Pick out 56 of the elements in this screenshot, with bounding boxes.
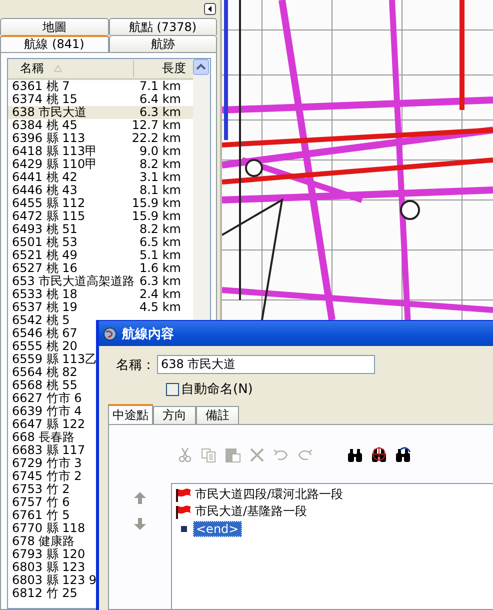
route-name: 6533 桃 18 [12, 288, 78, 301]
route-name: 6446 桃 43 [12, 184, 78, 197]
route-length: 6.4 km [139, 93, 181, 106]
route-name: 6812 竹 25 [12, 587, 78, 600]
route-name: 6627 竹市 6 [12, 392, 82, 405]
route-name: 678 健康路 [12, 535, 75, 548]
route-length: 1.6 km [139, 262, 181, 275]
route-name: 6441 桃 42 [12, 171, 78, 184]
route-length: 3.1 km [139, 171, 181, 184]
route-name: 6455 縣 112 [12, 197, 86, 210]
route-name: 6729 竹市 3 [12, 457, 82, 470]
route-length: 15.9 km [132, 197, 181, 210]
route-length: 12.7 km [132, 119, 181, 132]
name-label: 名稱： [116, 356, 155, 374]
route-length: 8.1 km [139, 184, 181, 197]
route-name: 6527 桃 16 [12, 262, 78, 275]
route-length: 22.2 km [132, 132, 181, 145]
route-name: 6647 縣 122 [12, 418, 86, 431]
route-name: 6803 縣 123 9 [12, 574, 97, 587]
route-name: 6418 縣 113甲 [12, 145, 98, 158]
route-name: 6753 竹 2 [12, 483, 70, 496]
route-name: 6745 竹市 2 [12, 470, 82, 483]
route-length: 15.9 km [132, 210, 181, 223]
route-length: 2.4 km [139, 288, 181, 301]
route-name: 6472 縣 115 [12, 210, 86, 223]
route-length: 7.1 km [139, 80, 181, 93]
route-name: 668 長春路 [12, 431, 75, 444]
route-length: 8.2 km [139, 158, 181, 171]
route-name: 6564 桃 82 [12, 366, 78, 379]
route-name: 6803 縣 123 [12, 561, 86, 574]
route-length: 6.3 km [139, 275, 181, 288]
route-length: 4.5 km [139, 301, 181, 314]
route-length: 6.5 km [139, 236, 181, 249]
route-name: 6770 縣 118 [12, 522, 86, 535]
route-name: 6542 桃 5 [12, 314, 70, 327]
route-name: 6493 桃 51 [12, 223, 78, 236]
route-name: 6384 桃 45 [12, 119, 78, 132]
route-name: 6396 縣 113 [12, 132, 86, 145]
route-length: 9.0 km [139, 145, 181, 158]
route-name: 6555 桃 20 [12, 340, 78, 353]
route-name: 653 市民大道高架道路 [12, 275, 135, 288]
route-name: 6761 竹 5 [12, 509, 70, 522]
route-length: 5.1 km [139, 249, 181, 262]
route-name: 638 市民大道 [12, 106, 87, 119]
route-name: 6361 桃 7 [12, 80, 70, 93]
route-name: 6521 桃 49 [12, 249, 78, 262]
route-name: 6683 縣 117 [12, 444, 86, 457]
route-name: 6793 縣 120 [12, 548, 86, 561]
window-title: 航線內容 [122, 326, 174, 342]
route-length: 8.2 km [139, 223, 181, 236]
route-name: 6537 桃 19 [12, 301, 78, 314]
route-name: 6757 竹 6 [12, 496, 70, 509]
route-length: 6.3 km [139, 106, 181, 119]
route-name: 6429 縣 110甲 [12, 158, 98, 171]
route-name: 6374 桃 15 [12, 93, 78, 106]
route-name: 6501 桃 53 [12, 236, 78, 249]
